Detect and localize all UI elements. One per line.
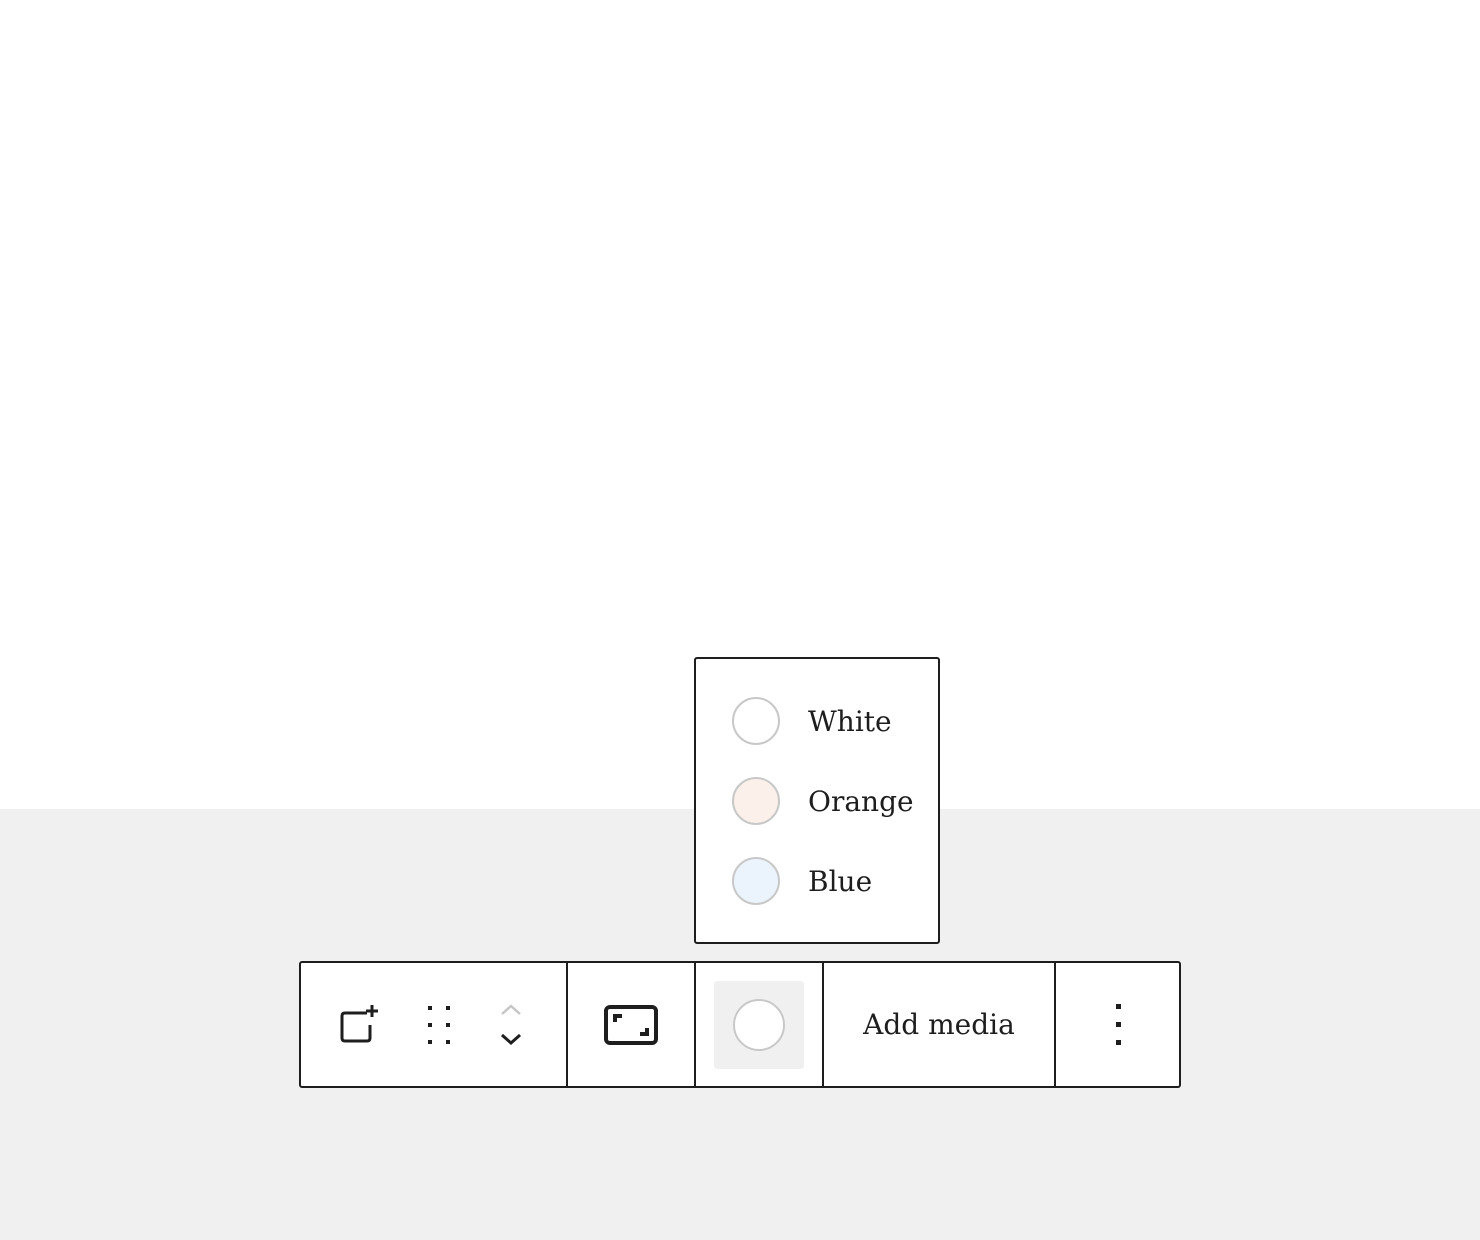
color-dropdown-toggle[interactable] <box>714 980 804 1069</box>
color-group <box>696 963 824 1086</box>
white-swatch <box>732 697 780 745</box>
aspect-ratio-group <box>568 963 696 1086</box>
drag-handle-button[interactable] <box>417 1001 465 1049</box>
move-buttons <box>493 999 529 1051</box>
block-toolbar: Add media <box>299 961 1181 1088</box>
orange-swatch <box>732 777 780 825</box>
color-option-label: White <box>808 704 892 738</box>
color-option-white[interactable]: White <box>732 693 892 749</box>
more-options-button[interactable] <box>1108 1001 1128 1049</box>
color-option-orange[interactable]: Orange <box>732 773 914 829</box>
blue-swatch <box>732 857 780 905</box>
color-option-label: Orange <box>808 784 914 818</box>
block-tools-group <box>301 963 568 1086</box>
add-block-icon <box>340 1005 378 1043</box>
aspect-ratio-icon <box>604 1004 658 1045</box>
aspect-ratio-button[interactable] <box>603 1004 659 1046</box>
drag-handle-icon <box>428 1006 450 1044</box>
color-option-label: Blue <box>808 864 873 898</box>
chevron-up-icon[interactable] <box>493 999 529 1023</box>
current-color-swatch <box>733 998 785 1051</box>
add-media-group: Add media <box>824 963 1056 1086</box>
chevron-down-icon[interactable] <box>493 1027 529 1051</box>
color-option-blue[interactable]: Blue <box>732 853 872 909</box>
editor-page: White Orange Blue Add media <box>0 0 1480 1240</box>
add-media-button[interactable]: Add media <box>863 1008 1015 1041</box>
add-block-button[interactable] <box>337 1001 385 1049</box>
more-vertical-icon <box>1115 1003 1121 1045</box>
color-dropdown-menu: White Orange Blue <box>694 657 940 944</box>
more-options-group <box>1056 963 1179 1086</box>
